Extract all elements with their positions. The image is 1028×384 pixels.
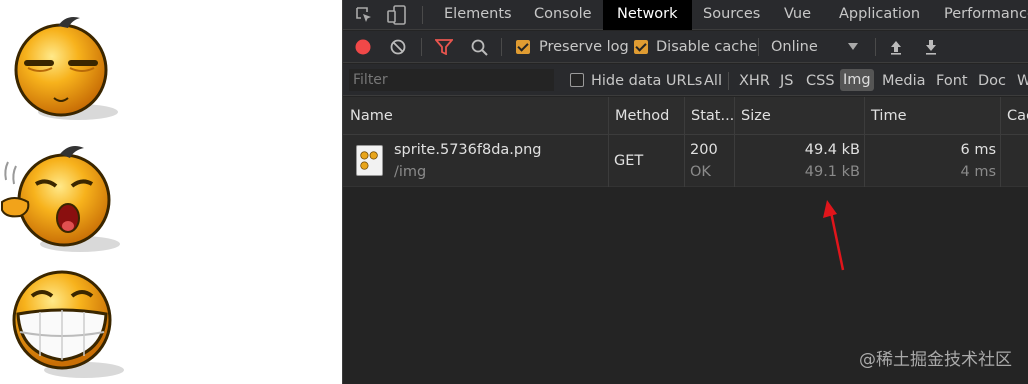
preserve-log-checkbox[interactable]: [516, 40, 530, 54]
preserve-log-label[interactable]: Preserve log: [539, 31, 629, 63]
filter-type-xhr[interactable]: XHR: [739, 64, 770, 98]
hide-data-urls-checkbox[interactable]: [570, 73, 584, 87]
yawning-face-emoji: [1, 146, 120, 252]
watermark: @稀土掘金技术社区: [859, 350, 1012, 370]
column-header-name[interactable]: Name: [343, 97, 608, 135]
annotation-arrow: [823, 200, 845, 271]
devtools-tab-bar: Elements Console Network Sources Vue App…: [343, 0, 1028, 30]
clear-icon[interactable]: [390, 39, 406, 55]
tab-vue[interactable]: Vue: [784, 0, 811, 30]
filter-type-img[interactable]: Img: [840, 69, 874, 91]
devtools-panel: Elements Console Network Sources Vue App…: [342, 0, 1028, 384]
tab-application[interactable]: Application: [839, 0, 920, 30]
disable-cache-label[interactable]: Disable cache: [656, 31, 757, 63]
bored-face-emoji: [14, 17, 118, 120]
request-resource-size: 49.1 kB: [804, 164, 860, 180]
filter-type-doc[interactable]: Doc: [978, 64, 1006, 98]
disable-cache-checkbox[interactable]: [634, 40, 648, 54]
toolbar-separator: [421, 38, 422, 56]
tab-network[interactable]: Network: [603, 0, 692, 30]
request-method: GET: [614, 153, 644, 169]
filter-type-ws[interactable]: W: [1017, 64, 1028, 98]
filter-separator: [728, 72, 729, 90]
record-icon[interactable]: [355, 39, 371, 55]
search-icon[interactable]: [471, 39, 488, 56]
column-header-size[interactable]: Size: [734, 97, 864, 135]
filter-icon[interactable]: [435, 39, 453, 55]
export-har-icon[interactable]: [923, 39, 939, 55]
filter-bar: Filter Hide data URLs All XHR JS CSS Img…: [343, 64, 1028, 96]
page-content-area: [0, 0, 342, 384]
device-toolbar-icon[interactable]: [387, 5, 407, 25]
request-path: /img: [394, 164, 427, 180]
toolbar-separator: [501, 38, 502, 56]
column-divider[interactable]: [864, 97, 865, 187]
filter-type-font[interactable]: Font: [936, 64, 968, 98]
request-name[interactable]: sprite.5736f8da.png: [394, 142, 542, 158]
toolbar-separator: [875, 38, 876, 56]
toolbar-separator: [758, 38, 759, 56]
network-toolbar: Preserve log Disable cache Online: [343, 31, 1028, 63]
hide-data-urls-label[interactable]: Hide data URLs: [591, 64, 702, 98]
request-status-text: OK: [690, 164, 711, 180]
column-header-cache[interactable]: Cac: [1000, 97, 1028, 135]
tab-console[interactable]: Console: [534, 0, 592, 30]
import-har-icon[interactable]: [888, 39, 904, 55]
column-header-time[interactable]: Time: [864, 97, 1000, 135]
filter-type-css[interactable]: CSS: [806, 64, 835, 98]
request-status-code: 200: [690, 142, 718, 158]
tab-sources[interactable]: Sources: [703, 0, 760, 30]
column-divider[interactable]: [734, 97, 735, 187]
grinning-face-emoji: [12, 270, 124, 378]
column-divider[interactable]: [608, 97, 609, 187]
filter-type-all[interactable]: All: [704, 64, 722, 98]
tab-separator: [422, 6, 423, 24]
filter-type-media[interactable]: Media: [882, 64, 926, 98]
requests-table-header: Name Method Stat... Size Time Cac: [343, 97, 1028, 135]
column-divider[interactable]: [684, 97, 685, 187]
tab-elements[interactable]: Elements: [444, 0, 512, 30]
chevron-down-icon[interactable]: [848, 43, 858, 51]
filter-input[interactable]: Filter: [349, 69, 554, 91]
column-header-method[interactable]: Method: [608, 97, 684, 135]
throttling-select[interactable]: Online: [771, 31, 818, 63]
column-divider[interactable]: [1000, 97, 1001, 187]
image-file-icon: [356, 145, 383, 176]
inspect-element-icon[interactable]: [355, 6, 373, 24]
request-transfer-size: 49.4 kB: [804, 142, 860, 158]
tab-performance[interactable]: Performance: [944, 0, 1028, 30]
request-time: 6 ms: [960, 142, 996, 158]
column-header-status[interactable]: Stat...: [684, 97, 734, 135]
table-row[interactable]: sprite.5736f8da.png /img GET 200 OK 49.4…: [343, 135, 1028, 187]
filter-type-js[interactable]: JS: [780, 64, 793, 98]
request-latency: 4 ms: [960, 164, 996, 180]
